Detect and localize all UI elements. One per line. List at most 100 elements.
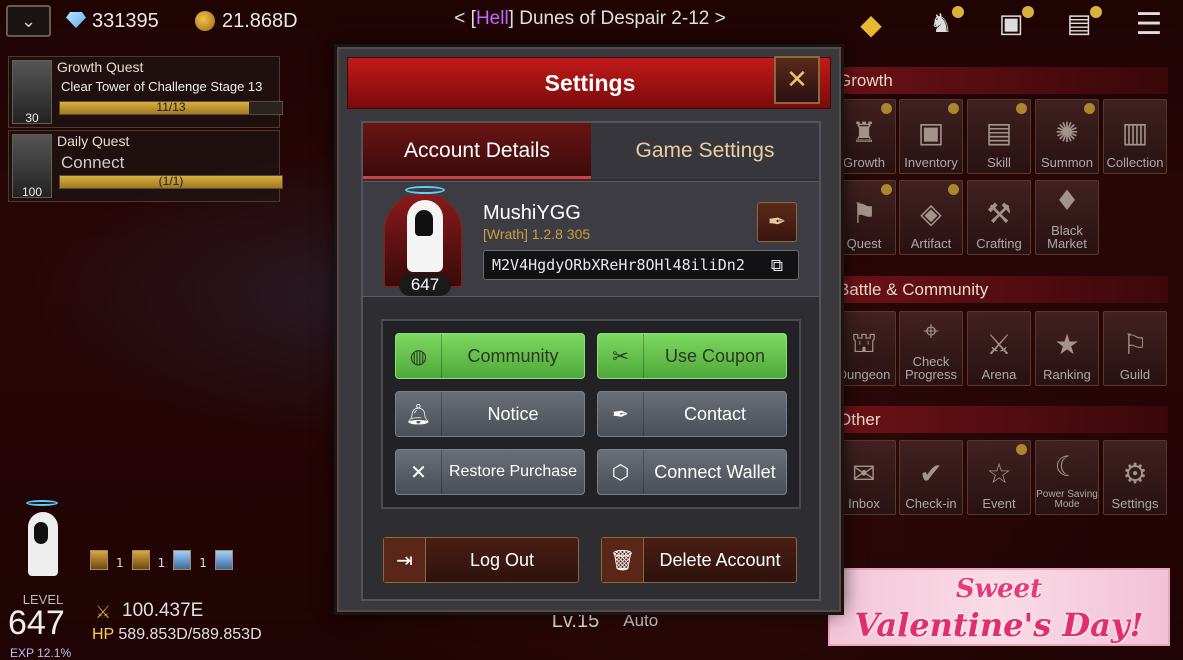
user-id: M2V4HgdyORbXReHr8OHl48iliDn2 [492, 256, 745, 274]
hp-row: HP 589.853D/589.853D [92, 626, 262, 644]
hamburger-menu-icon[interactable]: ☰ [1124, 2, 1174, 46]
log-out-button[interactable]: ⇥ Log Out [383, 537, 579, 583]
stage-name: ] Dunes of Despair 2-12 > [508, 8, 726, 29]
banner-line2: Valentine's Day! [854, 606, 1144, 644]
menu-event[interactable]: ☆ Event [967, 440, 1031, 515]
daily-quest-card[interactable]: 100 Daily Quest Connect (1/1) [8, 130, 283, 202]
menu-inventory[interactable]: ▣ Inventory [899, 99, 963, 174]
player-avatar[interactable] [12, 500, 74, 590]
menu-artifact[interactable]: ◈ Artifact [899, 180, 963, 255]
menu-black-market[interactable]: ♦ Black Market [1035, 180, 1099, 255]
button-label: Notice [487, 403, 539, 424]
map-pin-icon: ⌖ [923, 314, 939, 347]
buff-icon [173, 550, 192, 570]
menu-label: Power Saving Mode [1036, 489, 1098, 510]
auto-toggle[interactable]: Auto [623, 611, 658, 631]
hero-icon[interactable]: ♞ [916, 2, 966, 46]
guild-banner-icon: ⚐ [1122, 327, 1148, 361]
tab-game-settings[interactable]: Game Settings [591, 123, 819, 179]
menu-check-in[interactable]: ✔ Check-in [899, 440, 963, 515]
check-icon: ✔ [919, 456, 943, 490]
combat-power-icon: ⚔ [95, 602, 112, 623]
use-coupon-button[interactable]: ✂ Use Coupon [597, 333, 787, 379]
stage-title[interactable]: < [Hell] Dunes of Despair 2-12 > [430, 8, 750, 30]
stage-difficulty: Hell [475, 8, 509, 29]
menu-crafting[interactable]: ⚒ Crafting [967, 180, 1031, 255]
collection-book-icon: ▥ [1121, 115, 1149, 149]
action-button-grid: ◍ Community ✂ Use Coupon 🔔︎ Notice ✒ Contact… [381, 319, 801, 509]
community-button[interactable]: ◍ Community [395, 333, 585, 379]
quest-progress-bar: (1/1) [59, 174, 283, 189]
menu-inbox[interactable]: ✉ Inbox [832, 440, 896, 515]
buff-icon [90, 550, 108, 570]
buff-icon [131, 550, 150, 570]
player-level: 647 [8, 604, 65, 642]
quest-progress-text: 11/13 [156, 100, 186, 114]
book-icon[interactable]: ▤ [1054, 2, 1104, 46]
tab-bar: Account Details Game Settings [363, 123, 819, 179]
ticket-icon: ✂ [598, 334, 644, 378]
banner-line1: Sweet [955, 574, 1043, 604]
gem-count: 331395 [92, 10, 159, 32]
menu-quest[interactable]: ⚑ Quest [832, 180, 896, 255]
quest-level: 100 [21, 185, 43, 199]
menu-arena[interactable]: ⚔ Arena [967, 311, 1031, 386]
menu-label: Settings [1111, 496, 1159, 511]
buff-count: 1 [199, 556, 207, 570]
menu-guild[interactable]: ⚐ Guild [1103, 311, 1167, 386]
globe-icon: ◍ [396, 334, 442, 378]
edit-name-button[interactable]: ✒ [757, 202, 797, 242]
quill-icon: ✒ [767, 209, 787, 235]
account-panel: 647 MushiYGG [Wrath] 1.2.8 305 ✒ M2V4Hgd… [363, 181, 819, 297]
buff-count: 1 [116, 556, 124, 570]
player-hood [34, 522, 48, 544]
money-bag-icon: ♦ [1054, 183, 1080, 217]
button-label: Restore Purchase [448, 463, 578, 480]
stage-level: Lv.15 [551, 609, 600, 632]
menu-summon[interactable]: ✺ Summon [1035, 99, 1099, 174]
menu-growth[interactable]: ♜ Growth [832, 99, 896, 174]
trash-icon: 🗑︎ [602, 538, 644, 582]
menu-collection[interactable]: ▥ Collection [1103, 99, 1167, 174]
growth-quest-card[interactable]: 30 Growth Quest Clear Tower of Challenge… [8, 56, 283, 128]
delete-account-button[interactable]: 🗑︎ Delete Account [601, 537, 797, 583]
tab-account-details[interactable]: Account Details [363, 123, 591, 179]
gem-shop-icon[interactable]: ◆ [846, 2, 896, 46]
close-button[interactable]: ✕ [774, 56, 820, 104]
crossed-swords-icon: ⚔ [986, 327, 1012, 361]
contact-button[interactable]: ✒ Contact [597, 391, 787, 437]
menu-label: Inventory [904, 155, 958, 170]
growth-section-header: Growth [832, 67, 1168, 94]
menu-power-saving[interactable]: ☾ Power Saving Mode [1035, 440, 1099, 515]
button-label: Community [467, 345, 559, 366]
menu-label: Summon [1040, 155, 1094, 170]
menu-ranking[interactable]: ★ Ranking [1035, 311, 1099, 386]
menu-dungeon[interactable]: ⛫ Dungeon [832, 311, 896, 386]
wallet-icon: ⬡ [598, 450, 644, 494]
notice-button[interactable]: 🔔︎ Notice [395, 391, 585, 437]
collapse-button[interactable]: ⌄ [6, 5, 51, 37]
gem-icon [66, 12, 86, 28]
dungeon-icon: ⛫ [851, 325, 877, 359]
button-label: Log Out [469, 549, 535, 570]
chest-icon[interactable]: ▣ [986, 2, 1036, 46]
stage-prefix: < [ [454, 8, 476, 29]
copy-icon[interactable]: ⧉ [766, 255, 788, 277]
growth-icon: ♜ [851, 115, 877, 149]
connect-wallet-button[interactable]: ⬡ Connect Wallet [597, 449, 787, 495]
exp-value: EXP 12.1% [10, 646, 72, 660]
button-label: Delete Account [659, 549, 781, 570]
menu-settings[interactable]: ⚙ Settings [1103, 440, 1167, 515]
dialog-title: Settings [544, 70, 636, 96]
menu-label: Dungeon [837, 367, 891, 382]
valentines-event-banner[interactable]: Sweet Valentine's Day! [828, 568, 1170, 646]
avatar[interactable]: 647 [383, 186, 463, 296]
restore-purchase-button[interactable]: ✕ Restore Purchase [395, 449, 585, 495]
user-id-field: M2V4HgdyORbXReHr8OHl48iliDn2 ⧉ [483, 250, 799, 280]
quest-progress-bar: 11/13 [59, 100, 283, 115]
button-label: Connect Wallet [654, 461, 776, 482]
menu-skill[interactable]: ▤ Skill [967, 99, 1031, 174]
inventory-icon: ▣ [917, 115, 945, 149]
menu-check-progress[interactable]: ⌖ Check Progress [899, 311, 963, 386]
quill-icon: ✒ [598, 392, 644, 436]
